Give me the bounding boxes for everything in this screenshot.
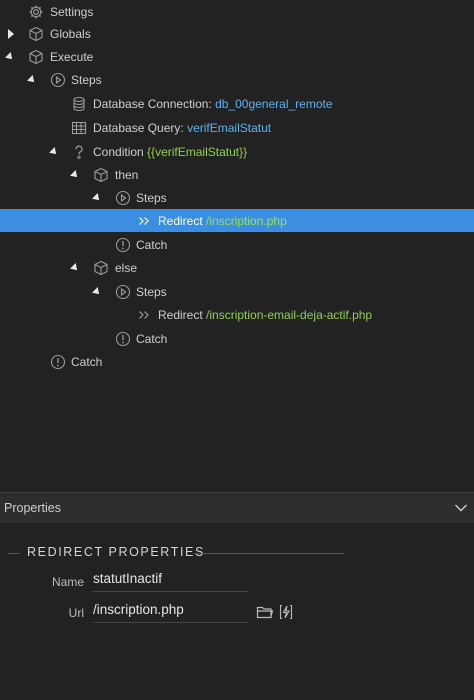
tree-item-steps[interactable]: Steps: [0, 68, 474, 91]
tree-item-condition[interactable]: Condition {{verifEmailStatut}}: [0, 140, 474, 163]
tree-item-catch[interactable]: Catch: [0, 350, 474, 373]
tree-item-text: Database Connection: db_00general_remote: [93, 97, 333, 111]
table-icon: [71, 120, 87, 136]
tree-item-database-query[interactable]: Database Query: verifEmailStatut: [0, 116, 474, 139]
exclamation-circle-icon: [115, 237, 131, 253]
gear-icon: [28, 4, 44, 20]
cube-icon: [28, 26, 44, 42]
tree-item-then[interactable]: then: [0, 163, 474, 186]
cube-icon: [28, 49, 44, 65]
double-chevron-icon: [136, 213, 152, 229]
name-label: Name: [51, 575, 84, 589]
condition-expression: {{verifEmailStatut}}: [147, 144, 248, 159]
play-circle-icon: [115, 284, 131, 300]
tree-item-label: Database Connection:: [93, 96, 212, 111]
redirect-url: /inscription.php: [206, 213, 287, 228]
tree-item-label: Execute: [50, 49, 94, 64]
caret-down-icon: [27, 74, 37, 85]
tree-item-label: Steps: [136, 190, 167, 205]
collapse-toggle[interactable]: [70, 169, 80, 180]
caret-down-icon: [92, 192, 102, 203]
collapse-toggle[interactable]: [92, 286, 102, 297]
tree-item-text: Database Query: verifEmailStatut: [93, 121, 271, 135]
caret-down-icon: [49, 146, 59, 157]
tree-item-text: Redirect /inscription.php: [158, 214, 287, 228]
tree-item-settings[interactable]: Settings: [0, 0, 474, 23]
query-name: verifEmailStatut: [187, 120, 272, 135]
tree-item-redirect-selected[interactable]: Redirect /inscription.php: [0, 209, 474, 232]
tree-item-then-steps[interactable]: Steps: [0, 186, 474, 209]
tree-item-label: Redirect: [158, 307, 203, 322]
tree-item-then-catch[interactable]: Catch: [0, 233, 474, 256]
section-title: REDIRECT PROPERTIES: [27, 545, 205, 559]
tree-item-label: Steps: [71, 72, 102, 87]
play-circle-icon: [115, 190, 131, 206]
url-input[interactable]: /inscription.php: [93, 602, 248, 623]
tree-item-label: else: [115, 260, 138, 275]
tree-item-label: Settings: [50, 4, 94, 19]
play-circle-icon: [50, 72, 66, 88]
collapse-toggle[interactable]: [70, 262, 80, 273]
tree-item-else[interactable]: else: [0, 256, 474, 279]
section-divider: [8, 553, 20, 554]
database-icon: [71, 96, 87, 112]
caret-down-icon: [70, 262, 80, 273]
question-icon: [71, 144, 87, 160]
caret-down-icon: [92, 286, 102, 297]
collapse-toggle[interactable]: [5, 51, 15, 62]
tree-item-else-steps[interactable]: Steps: [0, 280, 474, 303]
caret-down-icon: [5, 51, 15, 62]
lightning-icon[interactable]: [277, 603, 295, 621]
tree-item-label: then: [115, 167, 139, 182]
tree-item-else-catch[interactable]: Catch: [0, 327, 474, 350]
tree-item-label: Globals: [50, 26, 91, 41]
tree-item-label: Database Query:: [93, 120, 184, 135]
properties-panel-header[interactable]: Properties: [0, 492, 474, 524]
expand-toggle[interactable]: [6, 28, 16, 39]
connection-name: db_00general_remote: [215, 96, 333, 111]
cube-icon: [93, 260, 109, 276]
exclamation-circle-icon: [50, 354, 66, 370]
tree-item-execute[interactable]: Execute: [0, 45, 474, 68]
panel-title: Properties: [4, 501, 61, 515]
tree-item-text: Condition {{verifEmailStatut}}: [93, 145, 247, 159]
tree-item-globals[interactable]: Globals: [0, 22, 474, 45]
tree-item-redirect[interactable]: Redirect /inscription-email-deja-actif.p…: [0, 303, 474, 326]
collapse-toggle[interactable]: [27, 74, 37, 85]
tree-item-label: Catch: [71, 354, 103, 369]
caret-down-icon: [70, 169, 80, 180]
collapse-toggle[interactable]: [49, 146, 59, 157]
tree-item-label: Catch: [136, 331, 168, 346]
section-divider: [194, 553, 344, 554]
exclamation-circle-icon: [115, 331, 131, 347]
url-label: Url: [68, 606, 84, 620]
chevron-down-icon[interactable]: [454, 501, 468, 515]
double-chevron-icon: [136, 307, 152, 323]
action-steps-tree: Settings Globals Execute Steps Database …: [0, 0, 474, 492]
tree-item-label: Steps: [136, 284, 167, 299]
redirect-url: /inscription-email-deja-actif.php: [206, 307, 373, 322]
tree-item-label: Catch: [136, 237, 168, 252]
tree-item-text: Redirect /inscription-email-deja-actif.p…: [158, 308, 372, 322]
cube-icon: [93, 167, 109, 183]
tree-item-database-connection[interactable]: Database Connection: db_00general_remote: [0, 92, 474, 115]
name-input[interactable]: statutInactif: [93, 571, 248, 592]
folder-icon[interactable]: [256, 603, 274, 621]
caret-right-icon: [8, 28, 14, 39]
tree-item-label: Condition: [93, 144, 144, 159]
tree-item-label: Redirect: [158, 213, 203, 228]
collapse-toggle[interactable]: [92, 192, 102, 203]
